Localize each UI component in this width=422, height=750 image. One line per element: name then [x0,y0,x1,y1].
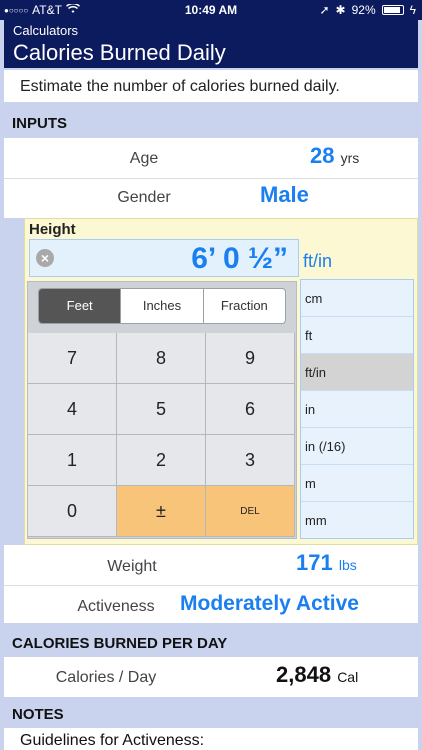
plus-minus-key[interactable]: ± [117,486,206,537]
unit-ft[interactable]: ft [301,317,413,354]
row-divider [4,178,418,179]
mode-fraction[interactable]: Fraction [204,289,285,323]
unit-in-16[interactable]: in (/16) [301,428,413,465]
age-label: Age [129,150,159,167]
unit-ft-in[interactable]: ft/in [301,354,413,391]
height-unit: ft/in [303,251,333,271]
mode-inches[interactable]: Inches [121,289,204,323]
height-input[interactable]: × 6’ 0 ½” [29,239,299,277]
unit-mm[interactable]: mm [301,502,413,539]
age-unit: yrs [340,150,360,166]
mode-segmented-control: Feet Inches Fraction [38,288,286,324]
calories-unit: Cal [337,669,359,685]
notes-section-title: NOTES [12,706,64,723]
height-editor: Height × 6’ 0 ½” ft/in Feet Inches Fract… [24,218,418,545]
weight-unit: lbs [338,557,357,573]
key-4[interactable]: 4 [28,384,117,435]
results-section-title: CALORIES BURNED PER DAY [12,635,228,652]
calories-result: 2,848 Cal [276,662,358,688]
page-title: Calories Burned Daily [13,40,226,65]
breadcrumb[interactable]: Calculators [13,23,78,38]
unit-m[interactable]: m [301,465,413,502]
weight-value: 171 [296,550,333,575]
battery-icon [381,5,404,15]
inputs-section-title: INPUTS [12,115,68,132]
key-2[interactable]: 2 [117,435,206,486]
row-divider [4,585,418,586]
notes-panel: Guidelines for Activeness: [4,728,418,750]
battery-fill [383,7,401,13]
calories-value: 2,848 [276,662,332,687]
height-value: 6’ 0 ½” [191,242,288,275]
inputs-panel-lower: Weight 171 lbs Activeness Moderately Act… [4,545,418,623]
key-3[interactable]: 3 [206,435,295,486]
inputs-panel: Age 28 yrs Gender Male [4,138,418,218]
activeness-label: Activeness [77,598,155,615]
gender-label: Gender [117,189,171,206]
bluetooth-icon: ✱ [335,3,346,17]
delete-key[interactable]: DEL [206,486,295,537]
status-right: ➚ ✱ 92% ϟ [319,3,416,17]
status-bar: ●○○○○ AT&T 10:49 AM ➚ ✱ 92% ϟ [0,0,422,20]
key-0[interactable]: 0 [28,486,117,537]
activeness-field[interactable]: Moderately Active [180,592,359,616]
app-header: Calculators Calories Burned Daily [4,20,418,68]
age-value: 28 [310,143,335,168]
keypad: Feet Inches Fraction 7 8 9 4 5 6 1 2 3 0… [27,281,297,539]
height-label: Height [29,221,76,238]
key-7[interactable]: 7 [28,333,117,384]
clear-icon[interactable]: × [36,249,54,267]
charging-icon: ϟ [409,3,416,17]
key-5[interactable]: 5 [117,384,206,435]
weight-label: Weight [107,558,157,575]
key-8[interactable]: 8 [117,333,206,384]
results-panel: Calories / Day 2,848 Cal [4,657,418,697]
key-9[interactable]: 9 [206,333,295,384]
mode-feet[interactable]: Feet [39,289,122,323]
gender-field[interactable]: Male [260,182,309,208]
unit-in[interactable]: in [301,391,413,428]
description: Estimate the number of calories burned d… [4,70,418,102]
key-1[interactable]: 1 [28,435,117,486]
age-field[interactable]: 28 yrs [310,143,359,169]
key-6[interactable]: 6 [206,384,295,435]
unit-cm[interactable]: cm [301,280,413,317]
unit-list: cm ft ft/in in in (/16) m mm [300,279,414,539]
weight-field[interactable]: 171 lbs [296,550,357,576]
calories-label: Calories / Day [55,669,157,686]
notes-text: Guidelines for Activeness: [20,732,205,749]
battery-percent: 92% [351,3,376,17]
location-icon: ➚ [319,3,330,17]
